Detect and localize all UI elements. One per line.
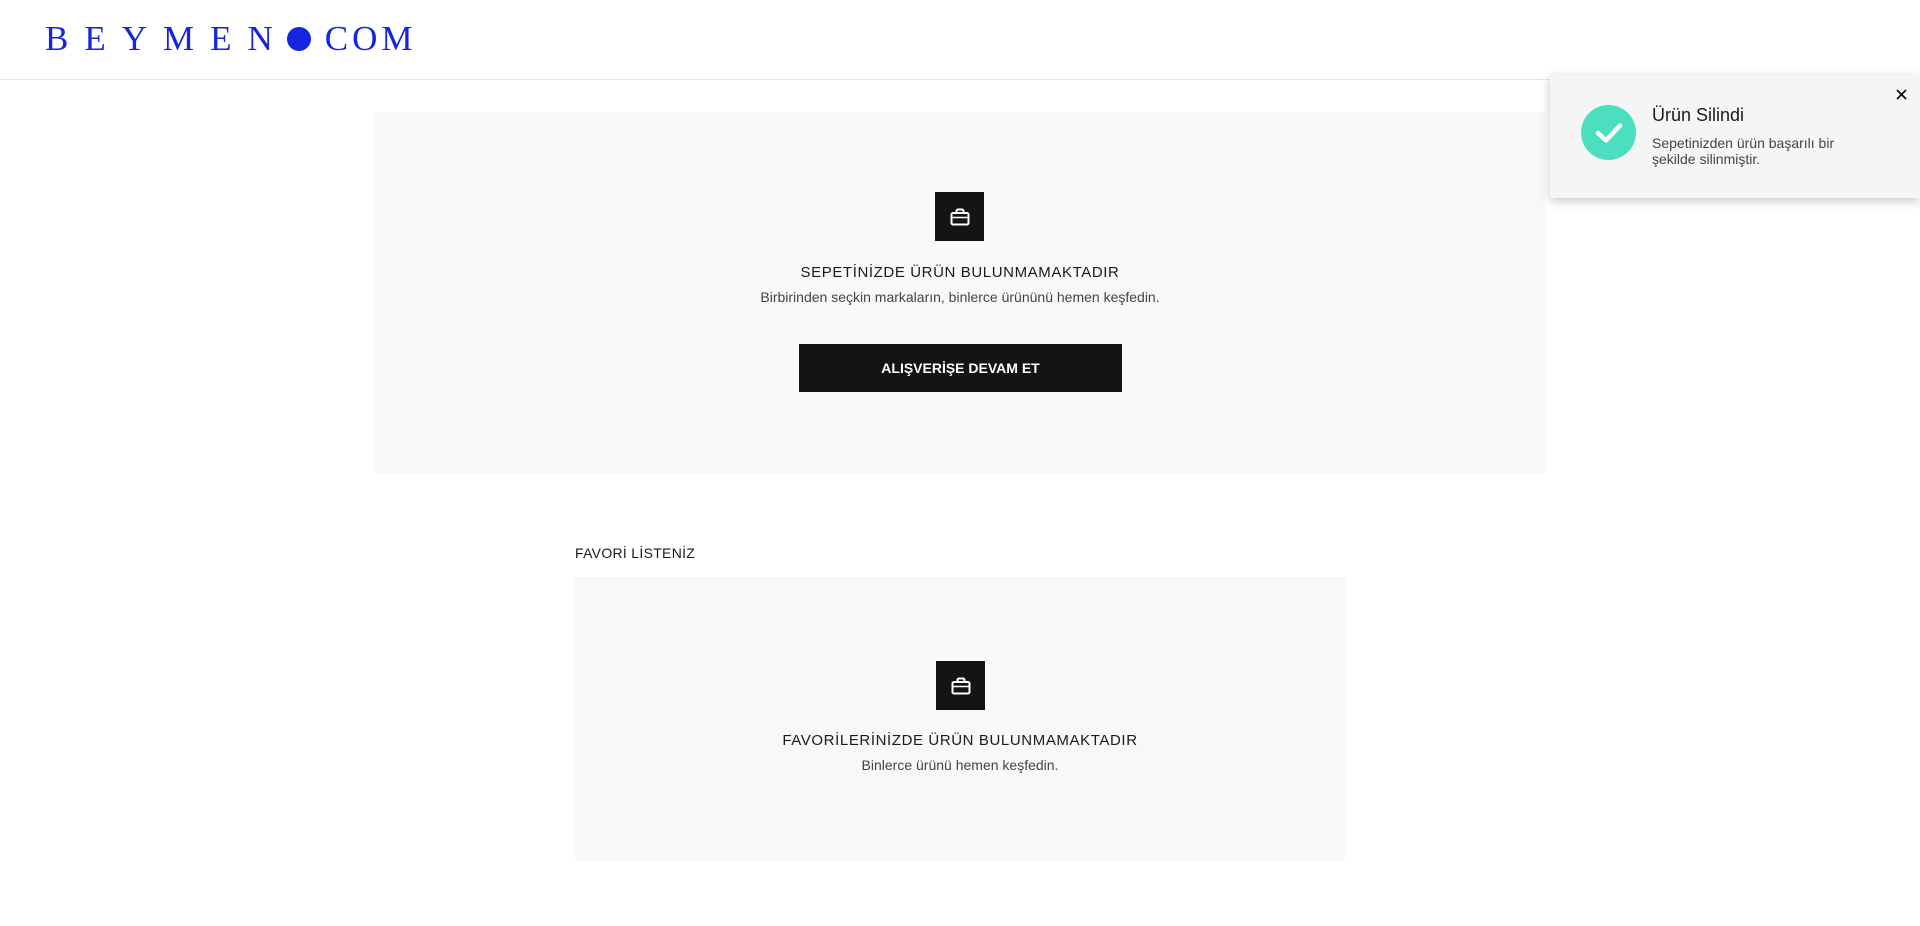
logo-text-left: BEYMEN <box>45 19 289 58</box>
continue-shopping-button[interactable]: ALIŞVERİŞE DEVAM ET <box>799 344 1122 392</box>
beymen-logo[interactable]: BEYMEN COM <box>45 17 417 61</box>
empty-cart-subtitle: Birbirinden seçkin markaların, binlerce … <box>760 289 1160 305</box>
shopping-bag-icon <box>936 661 985 710</box>
check-icon <box>1581 105 1636 160</box>
favorites-title: FAVORİ LİSTENİZ <box>575 545 696 561</box>
shopping-bag-icon <box>935 192 984 241</box>
favorites-divider <box>575 578 1345 579</box>
empty-favorites-subtitle: Binlerce ürünü hemen keşfedin. <box>861 757 1059 773</box>
toast-title: Ürün Silindi <box>1652 105 1745 125</box>
site-header: BEYMEN COM <box>0 0 1920 80</box>
product-removed-toast: Ürün Silindi Sepetinizden ürün başarılı … <box>1550 75 1920 198</box>
empty-favorites-panel: FAVORİLERİNİZDE ÜRÜN BULUNMAMAKTADIR Bin… <box>575 580 1345 861</box>
logo-dot <box>286 27 311 51</box>
empty-favorites-title: FAVORİLERİNİZDE ÜRÜN BULUNMAMAKTADIR <box>782 732 1138 749</box>
toast-message: Sepetinizden ürün başarılı bir şekilde s… <box>1652 135 1835 167</box>
close-icon[interactable] <box>1893 86 1909 102</box>
logo-text-right: COM <box>324 19 417 58</box>
empty-cart-title: SEPETİNİZDE ÜRÜN BULUNMAMAKTADIR <box>800 264 1120 281</box>
empty-cart-panel: SEPETİNİZDE ÜRÜN BULUNMAMAKTADIR Birbiri… <box>375 112 1545 473</box>
